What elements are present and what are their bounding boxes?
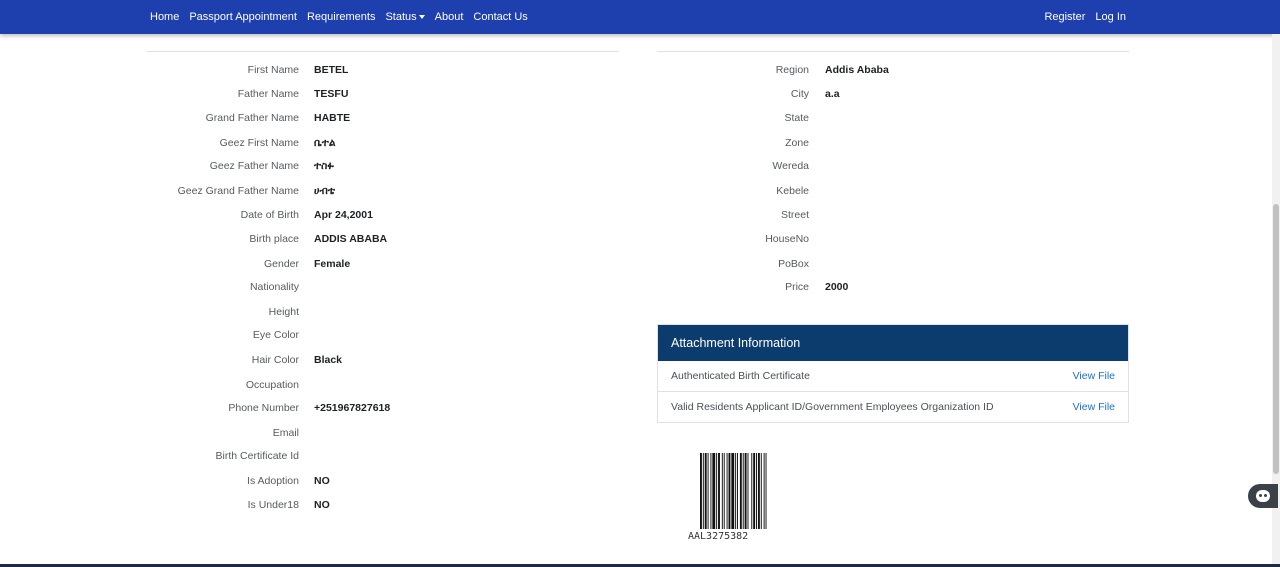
field-row: City a.a — [0, 86, 840, 102]
nav-home-link[interactable]: Home — [150, 11, 179, 23]
attachment-name: Authenticated Birth Certificate — [671, 370, 810, 382]
field-row: Street — [0, 207, 825, 223]
navbar: Home Passport Appointment Requirements S… — [0, 0, 1280, 34]
field-row: Birth Certificate Id — [0, 448, 314, 464]
field-value: +251967827618 — [314, 402, 391, 414]
field-row: Eye Color — [0, 327, 314, 343]
field-label: Phone Number — [228, 402, 299, 414]
field-row: Zone — [0, 135, 825, 151]
field-label: Zone — [785, 137, 809, 149]
nav-status-dropdown[interactable]: Status — [385, 11, 425, 23]
register-link[interactable]: Register — [1044, 11, 1085, 23]
nav-about-link[interactable]: About — [435, 11, 464, 23]
attachment-item: Valid Residents Applicant ID/Government … — [658, 392, 1128, 423]
nav-right: Register Log In — [1034, 0, 1126, 34]
field-row: Hair Color Black — [0, 352, 342, 368]
field-row: Kebele — [0, 183, 825, 199]
nav-status-label: Status — [385, 11, 417, 23]
field-row: Wereda — [0, 158, 825, 174]
field-row: HouseNo — [0, 231, 825, 247]
chat-widget-button[interactable] — [1248, 484, 1278, 508]
nav-left: Home Passport Appointment Requirements S… — [150, 0, 538, 34]
barcode-image — [700, 453, 767, 529]
right-divider — [657, 51, 1129, 52]
field-label: State — [784, 112, 809, 124]
field-label: PoBox — [778, 258, 809, 270]
left-divider — [147, 51, 619, 52]
attachment-name: Valid Residents Applicant ID/Government … — [671, 401, 994, 413]
barcode-number: AAL3275382 — [688, 531, 749, 542]
field-value: Addis Ababa — [825, 64, 889, 76]
field-value: a.a — [825, 88, 840, 100]
field-label: Email — [272, 427, 299, 439]
field-value: 2000 — [825, 281, 849, 293]
field-label: Wereda — [772, 160, 809, 172]
field-label: Price — [785, 281, 809, 293]
field-value: NO — [314, 475, 330, 487]
caret-down-icon — [418, 15, 425, 20]
field-value: NO — [314, 499, 330, 511]
field-label: City — [790, 88, 809, 100]
field-label: Birth Certificate Id — [215, 450, 299, 462]
nav-requirements-link[interactable]: Requirements — [307, 11, 375, 23]
field-label: Eye Color — [252, 329, 299, 341]
attachment-header: Attachment Information — [658, 325, 1128, 361]
field-value: Black — [314, 354, 343, 366]
scrollbar-thumb[interactable] — [1273, 204, 1279, 474]
field-row: Height — [0, 304, 314, 320]
field-label: Occupation — [245, 379, 299, 391]
field-label: Height — [268, 306, 299, 318]
field-row: PoBox — [0, 256, 825, 272]
login-link[interactable]: Log In — [1095, 11, 1126, 23]
attachment-item: Authenticated Birth Certificate View Fil… — [658, 361, 1128, 392]
view-file-link[interactable]: View File — [1073, 370, 1115, 382]
field-row: State — [0, 110, 825, 126]
field-label: Is Under18 — [247, 499, 299, 511]
chatbot-icon — [1256, 490, 1270, 502]
view-file-link[interactable]: View File — [1073, 401, 1115, 413]
field-row: Is Adoption NO — [0, 473, 330, 489]
field-row: Is Under18 NO — [0, 497, 330, 513]
field-row: Price 2000 — [0, 279, 848, 295]
field-label: HouseNo — [765, 233, 809, 245]
field-label: Is Adoption — [247, 475, 299, 487]
field-label: Street — [780, 209, 809, 221]
field-row: Phone Number +251967827618 — [0, 400, 390, 416]
field-label: Hair Color — [251, 354, 299, 366]
field-label: Kebele — [776, 185, 809, 197]
field-label: Region — [775, 64, 809, 76]
field-row: Email — [0, 425, 314, 441]
attachment-card: Attachment Information Authenticated Bir… — [657, 324, 1129, 423]
field-row: Occupation — [0, 377, 314, 393]
nav-contact-link[interactable]: Contact Us — [473, 11, 527, 23]
nav-passport-appointment-link[interactable]: Passport Appointment — [189, 11, 297, 23]
field-row: Region Addis Ababa — [0, 62, 889, 78]
